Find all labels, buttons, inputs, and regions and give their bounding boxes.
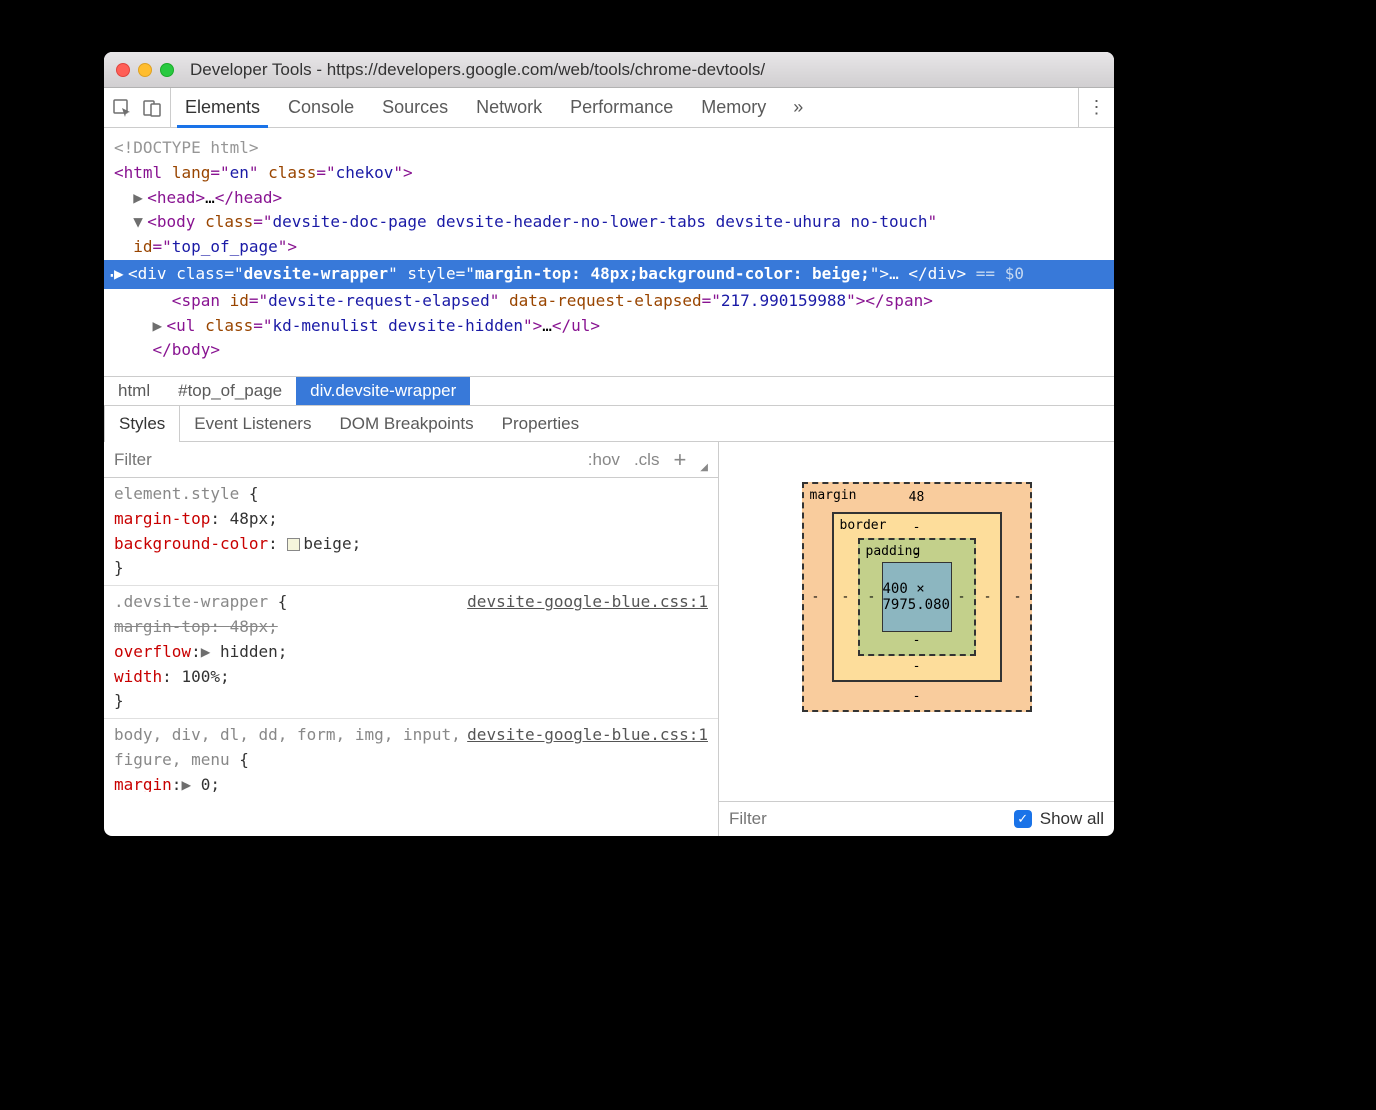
main-toolbar: Elements Console Sources Network Perform… xyxy=(104,88,1114,128)
source-link[interactable]: devsite-google-blue.css:1 xyxy=(467,590,708,615)
rule-global[interactable]: devsite-google-blue.css:1 body, div, dl,… xyxy=(104,719,718,791)
dom-tree[interactable]: <!DOCTYPE html> <html lang="en" class="c… xyxy=(104,128,1114,376)
breadcrumb: html #top_of_page div.devsite-wrapper xyxy=(104,376,1114,406)
source-link[interactable]: devsite-google-blue.css:1 xyxy=(467,723,708,748)
styles-column: :hov .cls +◢ element.style { margin-top:… xyxy=(104,442,719,836)
span-node[interactable]: <span id="devsite-request-elapsed" data-… xyxy=(114,289,1104,314)
selected-div-node[interactable]: ⋯ ▶<div class="devsite-wrapper" style="m… xyxy=(104,260,1114,289)
color-swatch-icon[interactable] xyxy=(287,538,300,551)
crumb-body[interactable]: #top_of_page xyxy=(164,377,296,405)
content-size: 400 × 7975.080 xyxy=(882,562,952,632)
ul-node[interactable]: ▶<ul class="kd-menulist devsite-hidden">… xyxy=(114,314,1104,339)
device-toggle-icon[interactable] xyxy=(142,98,162,118)
styles-filter-input[interactable] xyxy=(114,450,335,470)
show-all-checkbox[interactable]: ✓ xyxy=(1014,810,1032,828)
inspect-element-icon[interactable] xyxy=(112,98,132,118)
tab-sources[interactable]: Sources xyxy=(368,88,462,127)
tab-elements[interactable]: Elements xyxy=(171,88,274,127)
subtab-properties[interactable]: Properties xyxy=(488,406,593,441)
style-rules: element.style { margin-top: 48px; backgr… xyxy=(104,478,718,792)
settings-menu-icon[interactable]: ⋮ xyxy=(1078,88,1114,127)
computed-filter-row: ✓ Show all xyxy=(719,802,1114,836)
body-node[interactable]: ▼<body class="devsite-doc-page devsite-h… xyxy=(114,210,1104,260)
computed-filter-input[interactable] xyxy=(729,809,1006,829)
titlebar: Developer Tools - https://developers.goo… xyxy=(104,52,1114,88)
doctype-node: <!DOCTYPE html> xyxy=(114,138,259,157)
hov-toggle[interactable]: :hov xyxy=(588,450,620,470)
tab-network[interactable]: Network xyxy=(462,88,556,127)
cls-toggle[interactable]: .cls xyxy=(634,450,660,470)
body-close-node[interactable]: </body> xyxy=(114,338,1104,363)
new-rule-button[interactable]: + xyxy=(673,449,686,471)
crumb-selected[interactable]: div.devsite-wrapper xyxy=(296,377,470,405)
styles-filter-row: :hov .cls +◢ xyxy=(104,442,718,478)
devtools-window: Developer Tools - https://developers.goo… xyxy=(104,52,1114,836)
border-label: border xyxy=(840,518,887,533)
subtab-dom-breakpoints[interactable]: DOM Breakpoints xyxy=(325,406,487,441)
tab-console[interactable]: Console xyxy=(274,88,368,127)
toolbar-left xyxy=(104,88,171,127)
subtab-styles[interactable]: Styles xyxy=(104,406,180,442)
box-model[interactable]: margin 48 - - - border - - - - padding xyxy=(719,442,1114,802)
show-all-label: Show all xyxy=(1040,809,1104,829)
subtab-event-listeners[interactable]: Event Listeners xyxy=(180,406,325,441)
more-tabs-button[interactable]: » xyxy=(780,88,816,127)
ellipsis-icon[interactable]: ⋯ xyxy=(110,262,122,290)
rule-devsite-wrapper[interactable]: devsite-google-blue.css:1 .devsite-wrapp… xyxy=(104,586,718,719)
minimize-icon[interactable] xyxy=(138,63,152,77)
close-icon[interactable] xyxy=(116,63,130,77)
crumb-html[interactable]: html xyxy=(104,377,164,405)
tab-memory[interactable]: Memory xyxy=(687,88,780,127)
rule-element-style[interactable]: element.style { margin-top: 48px; backgr… xyxy=(104,478,718,586)
window-title: Developer Tools - https://developers.goo… xyxy=(190,60,765,80)
tab-performance[interactable]: Performance xyxy=(556,88,687,127)
margin-label: margin xyxy=(810,488,857,503)
lower-pane: :hov .cls +◢ element.style { margin-top:… xyxy=(104,442,1114,836)
head-node[interactable]: ▶<head>…</head> xyxy=(114,186,1104,211)
panel-tabs: Elements Console Sources Network Perform… xyxy=(171,88,1078,127)
computed-column: margin 48 - - - border - - - - padding xyxy=(719,442,1114,836)
html-node[interactable]: <html lang="en" class="chekov"> xyxy=(114,161,1104,186)
window-controls xyxy=(116,63,174,77)
sidebar-tabs: Styles Event Listeners DOM Breakpoints P… xyxy=(104,406,1114,442)
zoom-icon[interactable] xyxy=(160,63,174,77)
